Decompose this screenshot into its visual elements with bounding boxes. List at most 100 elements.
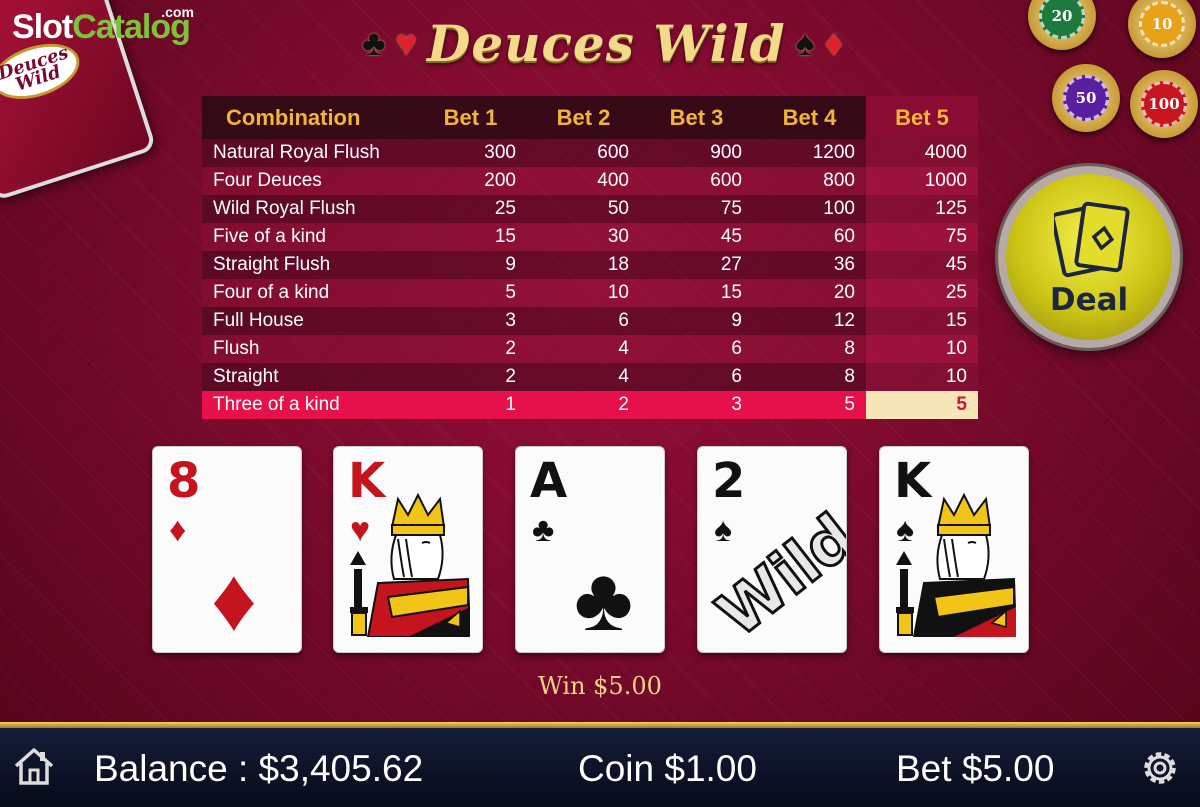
payout-value: 25 <box>866 279 978 307</box>
balance-display: Balance : $3,405.62 <box>94 748 424 789</box>
payout-value: 8 <box>844 366 855 387</box>
chip-10-value: 10 <box>1139 1 1185 47</box>
card-5[interactable]: K ♠ <box>879 446 1029 653</box>
payout-value: 600 <box>597 142 629 163</box>
payout-value: 50 <box>607 198 629 219</box>
payout-value: 15 <box>866 307 978 335</box>
paytable: Combination Bet 1 Bet 2 Bet 3 Bet 4 Bet … <box>202 96 978 419</box>
paytable-row-winning: Three of a kind 1 2 3 5 5 <box>202 391 978 419</box>
payout-value: 2 <box>505 338 516 359</box>
paytable-row: Straight Flush 9 18 27 36 45 <box>202 251 978 279</box>
payout-value: 900 <box>710 142 742 163</box>
game-title: ♣ ♥ Deuces Wild ♠ ♦ <box>335 8 870 78</box>
chip-50-value: 50 <box>1063 75 1109 121</box>
paytable-row: Wild Royal Flush 25 50 75 100 125 <box>202 195 978 223</box>
combination-name: Natural Royal Flush <box>213 142 380 163</box>
header-bet-2[interactable]: Bet 2 <box>527 105 640 131</box>
payout-value: 1 <box>505 394 516 415</box>
payout-value: 75 <box>866 223 978 251</box>
chip-100[interactable]: 100 <box>1130 70 1198 138</box>
paytable-row: Full House 3 6 9 12 15 <box>202 307 978 335</box>
chip-20[interactable]: 20 <box>1028 0 1096 50</box>
card-4[interactable]: 2 ♠ Wild <box>697 446 847 653</box>
heart-icon: ♥ <box>395 22 417 63</box>
payout-value: 125 <box>866 195 978 223</box>
heart-icon: ♥ <box>350 511 371 549</box>
payout-value: 12 <box>833 310 855 331</box>
combination-name: Straight Flush <box>213 254 331 275</box>
logo-dotcom: .com <box>161 4 194 20</box>
club-icon: ♣ <box>574 550 634 650</box>
payout-value: 4000 <box>866 139 978 167</box>
spade-icon: ♠ <box>714 511 733 549</box>
chip-50[interactable]: 50 <box>1052 64 1120 132</box>
payout-value: 5 <box>505 282 516 303</box>
paytable-body: Natural Royal Flush 300 600 900 1200 4000 Four… <box>202 139 978 419</box>
payout-value: 15 <box>720 282 742 303</box>
spade-icon: ♠ <box>795 22 815 63</box>
combination-name: Four Deuces <box>213 170 322 191</box>
payout-value: 600 <box>710 170 742 191</box>
chip-10[interactable]: 10 <box>1128 0 1196 58</box>
combination-name: Three of a kind <box>213 394 340 415</box>
payout-value: 27 <box>720 254 742 275</box>
header-combination: Combination <box>226 104 361 130</box>
payout-value: 18 <box>607 254 629 275</box>
diamond-icon: ♦ <box>169 511 187 549</box>
combination-name: Full House <box>213 310 304 331</box>
king-face-icon <box>896 492 1016 637</box>
card-1-rank: 8 <box>167 453 201 509</box>
win-amount: Win $5.00 <box>538 672 662 700</box>
payout-value: 1200 <box>812 142 855 163</box>
slotcatalog-logo: SlotCatalog .com <box>12 4 194 47</box>
payout-value: 3 <box>505 310 516 331</box>
payout-value: 20 <box>833 282 855 303</box>
spade-icon: ♠ <box>896 511 915 549</box>
logo-slot: Slot <box>12 8 73 46</box>
header-bet-1[interactable]: Bet 1 <box>414 105 527 131</box>
payout-value: 4 <box>618 338 629 359</box>
payout-value: 5 <box>844 394 855 415</box>
combination-name: Four of a kind <box>213 282 330 303</box>
bottom-bar: Balance : $3,405.62 Coin $1.00 Bet $5.00 <box>0 728 1200 807</box>
header-bet-5[interactable]: Bet 5 <box>866 96 978 139</box>
chip-100-value: 100 <box>1141 81 1187 127</box>
gear-icon[interactable] <box>1138 746 1182 790</box>
header-bet-3[interactable]: Bet 3 <box>640 105 753 131</box>
payout-value: 8 <box>844 338 855 359</box>
payout-value: 2 <box>505 366 516 387</box>
payout-value: 25 <box>494 198 516 219</box>
card-4-rank: 2 <box>712 453 746 509</box>
coin-selector[interactable]: Coin $1.00 <box>578 748 757 790</box>
paytable-row: Four Deuces 200 400 600 800 1000 <box>202 167 978 195</box>
payout-value: 10 <box>607 282 629 303</box>
header-bet-4[interactable]: Bet 4 <box>753 105 866 131</box>
home-icon[interactable] <box>12 746 56 786</box>
bet-selector[interactable]: Bet $5.00 <box>896 748 1054 790</box>
paytable-row: Flush 2 4 6 8 10 <box>202 335 978 363</box>
card-2[interactable]: K ♥ <box>333 446 483 653</box>
paytable-header: Combination Bet 1 Bet 2 Bet 3 Bet 4 Bet … <box>202 96 978 139</box>
payout-value: 400 <box>597 170 629 191</box>
deal-button[interactable]: Deal <box>998 166 1180 348</box>
card-5-rank: K <box>894 453 932 509</box>
payout-value: 300 <box>484 142 516 163</box>
card-3[interactable]: A ♣ ♣ <box>515 446 665 653</box>
card-2-rank: K <box>348 453 386 509</box>
paytable-row: Four of a kind 5 10 15 20 25 <box>202 279 978 307</box>
payout-value: 45 <box>866 251 978 279</box>
payout-value: 10 <box>866 335 978 363</box>
payout-value: 2 <box>618 394 629 415</box>
club-icon: ♣ <box>532 511 555 549</box>
payout-value: 4 <box>618 366 629 387</box>
payout-value: 15 <box>494 226 516 247</box>
payout-value: 6 <box>618 310 629 331</box>
card-1[interactable]: 8 ♦ ♦ <box>152 446 302 653</box>
payout-value: 60 <box>833 226 855 247</box>
payout-value: 75 <box>720 198 742 219</box>
payout-value: 6 <box>731 366 742 387</box>
king-face-icon <box>350 492 470 637</box>
cards-icon <box>1054 201 1130 278</box>
diamond-icon: ♦ <box>824 22 844 63</box>
payout-value: 5 <box>866 391 978 419</box>
